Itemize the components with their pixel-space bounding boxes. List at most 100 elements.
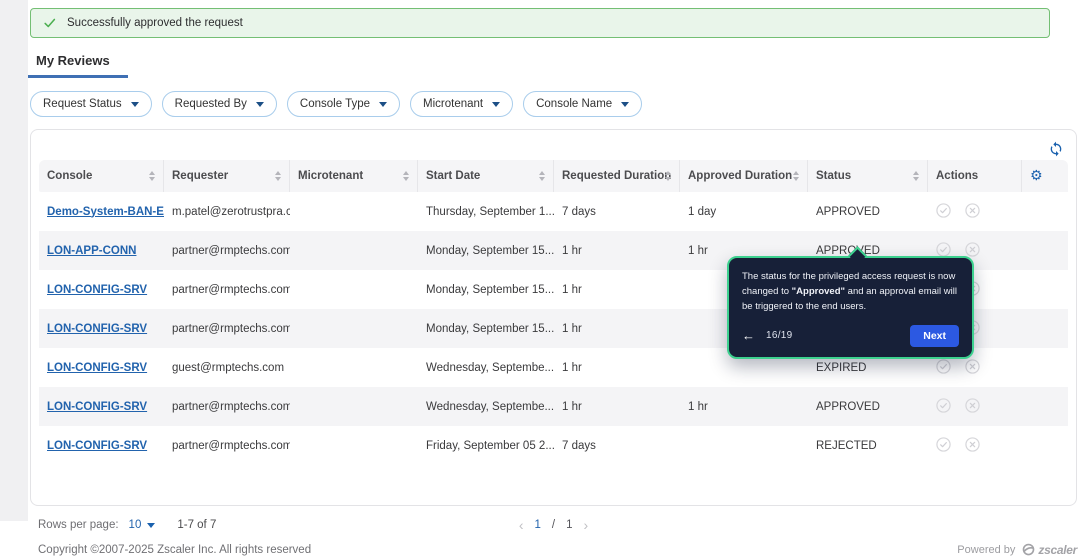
- cell-start_date: Wednesday, Septembe...: [426, 361, 554, 374]
- sort-icon: [913, 171, 919, 181]
- cell-console: LON-CONFIG-SRV: [39, 426, 164, 465]
- filter-console-name[interactable]: Console Name: [523, 91, 643, 117]
- column-header-approved_duration[interactable]: Approved Duration: [680, 160, 808, 192]
- cell-requested_duration: 7 days: [562, 439, 596, 452]
- cell-settings: [1022, 387, 1068, 426]
- cell-start_date: Monday, September 15...: [418, 309, 554, 348]
- site-footer: Copyright ©2007-2025 Zscaler Inc. All ri…: [30, 542, 1077, 557]
- column-label: Status: [816, 170, 852, 182]
- filter-request-status[interactable]: Request Status: [30, 91, 152, 117]
- cell-requester: m.patel@zerotrustpra.c...: [172, 205, 290, 218]
- approve-circle-icon[interactable]: [936, 436, 951, 455]
- tab-bar: My Reviews: [28, 51, 1077, 78]
- rows-per-page-select[interactable]: 10: [129, 519, 156, 531]
- console-link[interactable]: LON-CONFIG-SRV: [47, 440, 147, 452]
- cell-microtenant: [290, 231, 418, 270]
- table-row: Demo-System-BAN-ES-H m.patel@zerotrustpra…: [39, 192, 1068, 231]
- powered-by: Powered by zscaler: [957, 542, 1077, 557]
- tooltip-bold-text: "Approved": [791, 286, 846, 298]
- console-link[interactable]: LON-CONFIG-SRV: [47, 401, 147, 413]
- approve-circle-icon[interactable]: [936, 202, 951, 221]
- cell-console: LON-CONFIG-SRV: [39, 387, 164, 426]
- cell-actions: [928, 426, 1022, 465]
- back-arrow-icon[interactable]: ←: [742, 329, 755, 342]
- reject-circle-icon[interactable]: [965, 202, 980, 221]
- table-header-row: Console Requester Microtenant Start Date Req…: [39, 160, 1068, 192]
- filter-bar: Request Status Requested By Console Type Mi…: [30, 91, 1077, 117]
- success-banner: Successfully approved the request: [30, 8, 1050, 38]
- cell-settings: [1022, 231, 1068, 270]
- chevron-down-icon: [621, 101, 630, 107]
- approve-circle-icon[interactable]: [936, 358, 951, 377]
- column-label: Actions: [936, 170, 979, 182]
- chevron-down-icon: [379, 101, 388, 107]
- filter-label: Requested By: [174, 98, 247, 110]
- chevron-left-icon[interactable]: ‹: [519, 518, 524, 532]
- refresh-icon[interactable]: [1048, 141, 1064, 157]
- cell-start_date: Thursday, September 1...: [426, 205, 554, 218]
- console-link[interactable]: Demo-System-BAN-ES-H: [47, 206, 164, 218]
- cell-settings: [1022, 348, 1068, 387]
- cell-microtenant: [290, 387, 418, 426]
- sort-icon: [539, 171, 545, 181]
- column-header-requested_duration[interactable]: Requested Duration: [554, 160, 680, 192]
- cell-requested_duration: 7 days: [562, 205, 596, 218]
- reject-circle-icon[interactable]: [965, 397, 980, 416]
- next-button[interactable]: Next: [910, 324, 959, 347]
- banner-message: Successfully approved the request: [67, 17, 243, 29]
- column-header-actions: Actions: [928, 160, 1022, 192]
- cell-status: APPROVED: [816, 205, 880, 218]
- console-link[interactable]: LON-CONFIG-SRV: [47, 323, 147, 335]
- column-settings-button[interactable]: ⚙: [1022, 160, 1068, 192]
- total-pages: 1: [566, 519, 573, 531]
- cell-status: REJECTED: [816, 439, 877, 452]
- chevron-down-icon: [130, 101, 139, 107]
- column-label: Approved Duration: [688, 170, 793, 182]
- cell-microtenant: [290, 309, 418, 348]
- filter-microtenant[interactable]: Microtenant: [410, 91, 514, 117]
- filter-console-type[interactable]: Console Type: [286, 91, 401, 117]
- gear-icon[interactable]: ⚙: [1030, 168, 1043, 184]
- cell-requested_duration: 1 hr: [562, 283, 582, 296]
- column-header-microtenant[interactable]: Microtenant: [290, 160, 418, 192]
- chevron-down-icon: [255, 101, 264, 107]
- sort-icon: [665, 171, 671, 181]
- console-link[interactable]: LON-APP-CONN: [47, 245, 136, 257]
- column-header-status[interactable]: Status: [808, 160, 928, 192]
- pagination-range: 1-7 of 7: [177, 519, 217, 531]
- cell-start_date: Monday, September 15...: [418, 231, 554, 270]
- console-link[interactable]: LON-CONFIG-SRV: [47, 362, 147, 374]
- cell-actions: [928, 192, 1022, 231]
- rows-per-page-label: Rows per page:: [38, 519, 119, 531]
- reject-circle-icon[interactable]: [965, 358, 980, 377]
- cell-requester: guest@rmptechs.com: [172, 361, 285, 374]
- cell-console: Demo-System-BAN-ES-H: [39, 192, 164, 231]
- column-header-requester[interactable]: Requester: [164, 160, 290, 192]
- approve-circle-icon[interactable]: [936, 397, 951, 416]
- cell-settings: [1022, 309, 1068, 348]
- rows-per-page-value: 10: [128, 519, 142, 531]
- zscaler-logo-text: zscaler: [1038, 542, 1077, 557]
- cell-actions: [928, 387, 1022, 426]
- table-toolbar: [39, 138, 1068, 160]
- column-label: Microtenant: [298, 170, 364, 182]
- cell-microtenant: [290, 192, 418, 231]
- column-label: Requester: [172, 170, 229, 182]
- current-page[interactable]: 1: [534, 519, 540, 531]
- chevron-right-icon[interactable]: ›: [584, 518, 589, 532]
- page-navigation: ‹ 1 / 1 ›: [519, 518, 588, 532]
- column-header-start_date[interactable]: Start Date: [418, 160, 554, 192]
- cell-requested_duration: 1 hr: [554, 231, 680, 270]
- reject-circle-icon[interactable]: [965, 436, 980, 455]
- console-link[interactable]: LON-CONFIG-SRV: [47, 284, 147, 296]
- column-label: Requested Duration: [562, 170, 672, 182]
- page-separator: /: [551, 519, 556, 531]
- tab-my-reviews[interactable]: My Reviews: [28, 51, 128, 78]
- cell-settings: [1022, 192, 1068, 231]
- check-icon: [43, 16, 57, 30]
- filter-requested-by[interactable]: Requested By: [161, 91, 277, 117]
- tour-step-counter: 16/19: [766, 330, 793, 342]
- cell-settings: [1022, 426, 1068, 465]
- table-row: LON-CONFIG-SRV partner@rmptechs.com Friday…: [39, 426, 1068, 465]
- column-header-console[interactable]: Console: [39, 160, 164, 192]
